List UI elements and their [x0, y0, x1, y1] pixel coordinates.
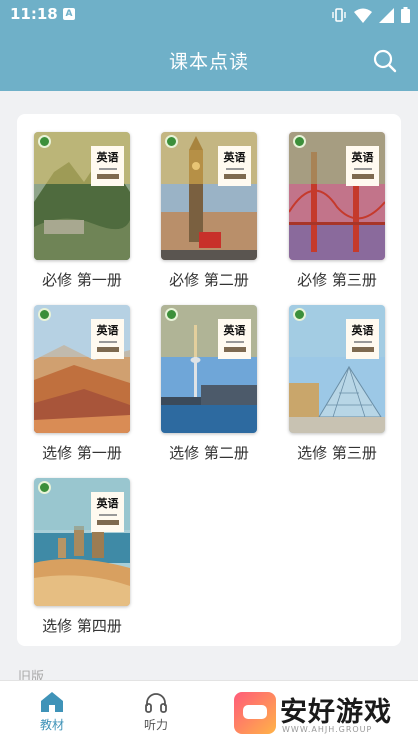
watermark-text: 安好游戏	[280, 697, 392, 728]
book-label: 选修 第三册	[297, 444, 377, 462]
book-compulsory-2[interactable]: 英语 必修 第二册	[161, 132, 257, 290]
book-elective-3[interactable]: 英语 选修 第三册	[289, 305, 385, 463]
notification-app-icon: A	[63, 8, 75, 20]
book-label: 必修 第一册	[42, 271, 122, 289]
book-label: 选修 第二册	[169, 444, 249, 462]
publisher-logo	[165, 308, 178, 321]
book-cover[interactable]: 英语	[289, 305, 385, 433]
publisher-logo	[293, 135, 306, 148]
tab-label: 教材	[39, 718, 64, 732]
search-icon[interactable]	[372, 48, 398, 74]
publisher-logo	[38, 135, 51, 148]
book-label: 选修 第一册	[42, 444, 122, 462]
publisher-logo	[38, 481, 51, 494]
publisher-logo	[293, 308, 306, 321]
tab-textbook[interactable]: 教材	[12, 681, 92, 743]
book-cover[interactable]: 英语	[34, 305, 130, 433]
watermark-subtext: WWW.AHJH.GROUP	[282, 725, 373, 734]
book-elective-2[interactable]: 英语 选修 第二册	[161, 305, 257, 463]
status-time: 11:18	[10, 5, 58, 23]
wifi-icon	[354, 8, 372, 23]
page-title: 课本点读	[168, 51, 249, 73]
book-elective-1[interactable]: 英语 选修 第一册	[34, 305, 130, 463]
book-cover[interactable]: 英语	[34, 478, 130, 606]
tab-label: 听力	[143, 718, 168, 732]
book-cover[interactable]: 英语	[289, 132, 385, 260]
home-icon	[41, 692, 63, 712]
book-cover[interactable]: 英语	[161, 305, 257, 433]
book-compulsory-3[interactable]: 英语 必修 第三册	[289, 132, 385, 290]
watermark: 安好游戏 WWW.AHJH.GROUP	[234, 690, 412, 740]
book-cover[interactable]: 英语	[34, 132, 130, 260]
book-label: 必修 第二册	[169, 271, 249, 289]
watermark-logo-icon	[234, 692, 276, 734]
book-compulsory-1[interactable]: 英语 必修 第一册	[34, 132, 130, 290]
publisher-logo	[165, 135, 178, 148]
textbook-grid: 英语 必修 第一册 英语 必修 第二册 英语 必修 第三册 英语 选修 第一册 …	[17, 114, 401, 646]
battery-icon	[401, 7, 410, 23]
book-label: 必修 第三册	[297, 271, 377, 289]
book-elective-4[interactable]: 英语 选修 第四册	[34, 478, 130, 636]
headphones-icon	[145, 693, 167, 713]
signal-icon	[379, 7, 394, 23]
tab-listening[interactable]: 听力	[116, 681, 196, 743]
book-cover[interactable]: 英语	[161, 132, 257, 260]
app-bar: 课本点读	[0, 30, 418, 91]
status-bar: 11:18 A	[0, 0, 418, 30]
publisher-logo	[38, 308, 51, 321]
vibrate-icon	[332, 8, 346, 22]
book-label: 选修 第四册	[42, 617, 122, 635]
